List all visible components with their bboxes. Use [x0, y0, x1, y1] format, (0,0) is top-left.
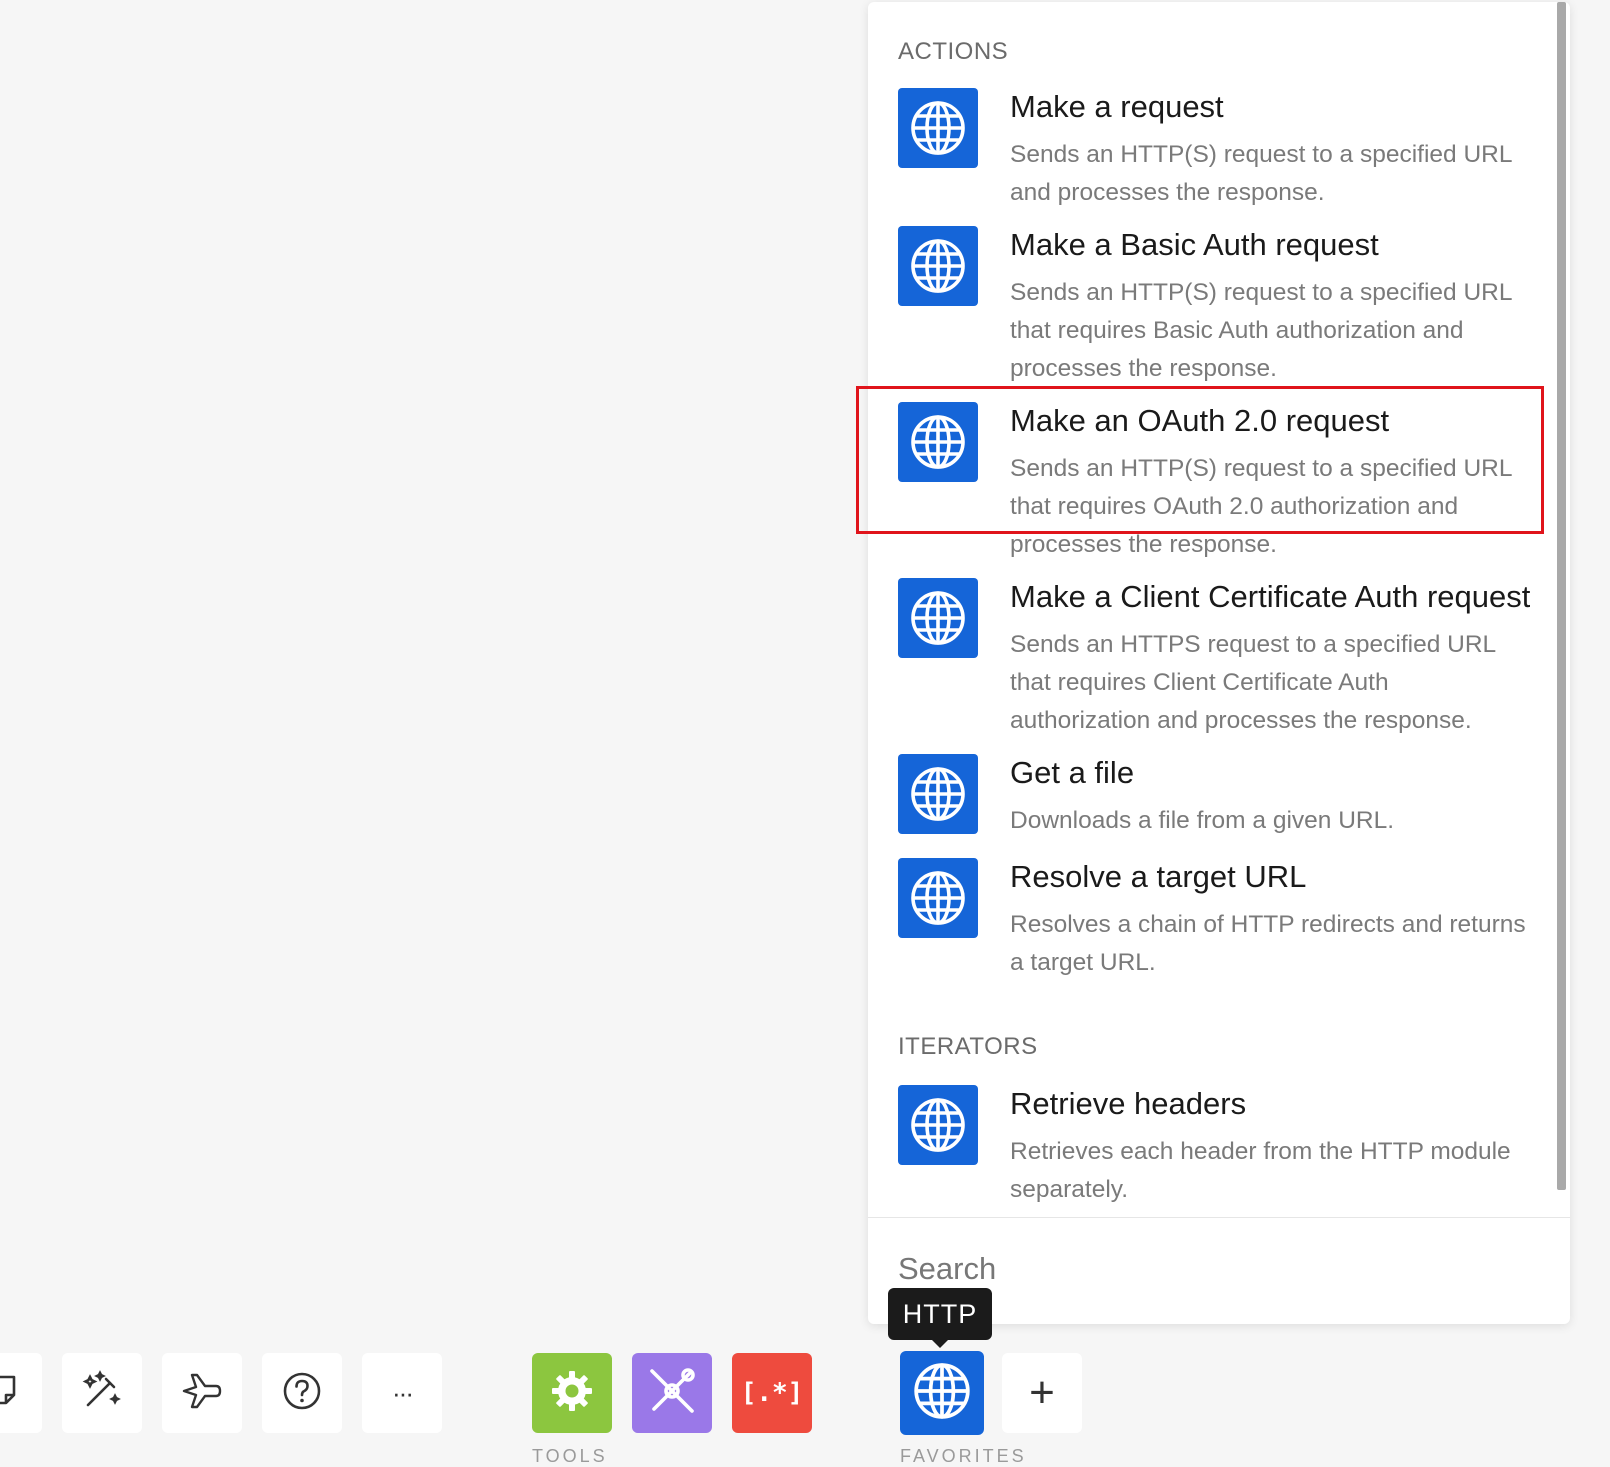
airplane-icon [180, 1369, 224, 1418]
action-title: Resolve a target URL [1010, 859, 1307, 894]
magic-wand-icon [80, 1369, 124, 1418]
note-icon [0, 1371, 22, 1416]
favorites-group-label: FAVORITES [900, 1446, 1027, 1466]
http-favorite-button[interactable] [900, 1351, 984, 1435]
help-button[interactable] [262, 1353, 342, 1433]
tools-gear-button[interactable] [532, 1353, 612, 1433]
search-divider [868, 1217, 1570, 1218]
action-title: Retrieve headers [1010, 1086, 1247, 1121]
action-item-make-request[interactable]: Make a request Sends an HTTP(S) request … [868, 88, 1570, 208]
globe-icon [898, 1085, 978, 1165]
action-item-make-basic-auth-request[interactable]: Make a Basic Auth request Sends an HTTP(… [868, 226, 1570, 384]
action-title: Make a Basic Auth request [1010, 227, 1379, 262]
action-title: Make a request [1010, 89, 1224, 124]
tools-wrench-button[interactable] [632, 1353, 712, 1433]
action-description: Resolves a chain of HTTP redirects and r… [1010, 911, 1526, 976]
tools-icon [644, 1363, 700, 1424]
action-description: Downloads a file from a given URL. [1010, 807, 1395, 834]
iterator-item-retrieve-headers[interactable]: Retrieve headers Retrieves each header f… [868, 1085, 1570, 1205]
action-item-resolve-target-url[interactable]: Resolve a target URL Resolves a chain of… [868, 858, 1570, 978]
more-icon: ··· [392, 1377, 414, 1408]
auto-align-button[interactable] [62, 1353, 142, 1433]
action-item-get-file[interactable]: Get a file Downloads a file from a given… [868, 754, 1570, 838]
globe-icon [898, 578, 978, 658]
action-description: Sends an HTTP(S) request to a specified … [1010, 141, 1512, 206]
action-description: Retrieves each header from the HTTP modu… [1010, 1138, 1511, 1203]
globe-icon [898, 226, 978, 306]
help-icon [282, 1371, 322, 1416]
http-tooltip: HTTP [888, 1288, 992, 1340]
gear-icon [549, 1368, 595, 1419]
section-label-actions: ACTIONS [898, 38, 1009, 65]
action-description: Sends an HTTP(S) request to a specified … [1010, 279, 1512, 382]
module-actions-panel: ACTIONS Make a request Sends an HTTP(S) … [868, 2, 1570, 1324]
action-item-make-client-cert-request[interactable]: Make a Client Certificate Auth request S… [868, 578, 1570, 736]
action-description: Sends an HTTPS request to a specified UR… [1010, 631, 1496, 734]
plus-icon: + [1029, 1368, 1055, 1417]
section-label-iterators: ITERATORS [898, 1033, 1038, 1060]
highlight-box [856, 386, 1544, 534]
text-parser-icon: [.*] [740, 1378, 804, 1408]
text-parser-button[interactable]: [.*] [732, 1353, 812, 1433]
panel-scrollbar[interactable] [1557, 2, 1566, 1190]
note-button[interactable] [0, 1353, 42, 1433]
tooltip-arrow [930, 1338, 950, 1348]
globe-icon [898, 858, 978, 938]
globe-icon [911, 1360, 973, 1427]
more-button[interactable]: ··· [362, 1353, 442, 1433]
add-favorite-button[interactable]: + [1002, 1353, 1082, 1433]
flow-control-button[interactable] [162, 1353, 242, 1433]
action-title: Make a Client Certificate Auth request [1010, 579, 1530, 614]
tools-group-label: TOOLS [532, 1446, 608, 1466]
globe-icon [898, 88, 978, 168]
action-title: Get a file [1010, 755, 1135, 790]
module-list[interactable]: ACTIONS Make a request Sends an HTTP(S) … [868, 2, 1570, 1217]
globe-icon [898, 754, 978, 834]
search-input[interactable] [898, 1247, 1538, 1291]
